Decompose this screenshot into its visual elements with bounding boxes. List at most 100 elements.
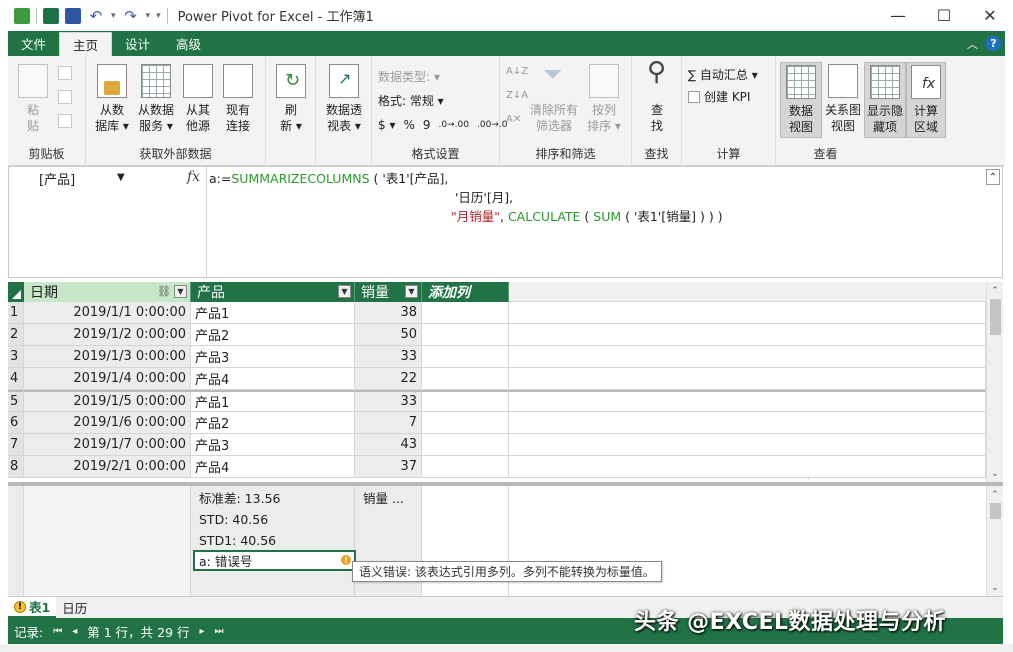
existing-connections-button[interactable]: 现有 连接 — [220, 64, 256, 134]
scroll-thumb[interactable] — [990, 503, 1001, 519]
cell-empty[interactable] — [509, 346, 986, 368]
increase-decimal-button[interactable]: .0→.00 — [439, 120, 469, 130]
scroll-down-icon[interactable]: ⌄ — [987, 465, 1003, 482]
cell-sales[interactable]: 43 — [355, 434, 422, 456]
cell-empty[interactable] — [509, 302, 986, 324]
cell-date[interactable]: 2019/1/4 0:00:00 — [24, 368, 191, 390]
calc-vertical-scrollbar[interactable]: ⌃ ⌄ — [986, 486, 1003, 596]
scroll-down-icon[interactable]: ⌄ — [987, 579, 1003, 596]
cell-product[interactable]: 产品1 — [191, 390, 355, 412]
cell-add-column[interactable] — [422, 412, 509, 434]
sort-asc-button[interactable]: A↓Z — [506, 66, 528, 77]
copy-button[interactable] — [58, 66, 72, 80]
redo-icon[interactable]: ↷ — [122, 8, 140, 24]
cell-sales[interactable]: 22 — [355, 368, 422, 390]
cell-date[interactable]: 2019/2/1 0:00:00 — [24, 456, 191, 478]
cell-add-column[interactable] — [422, 456, 509, 478]
cell-sales[interactable]: 7 — [355, 412, 422, 434]
data-type-dropdown[interactable]: 数据类型: ▾ — [378, 68, 440, 85]
sort-by-column-button[interactable]: 按列 排序 ▾ — [584, 64, 624, 134]
formula-input[interactable]: a:=SUMMARIZECOLUMNS ( '表1'[产品], '日历'[月],… — [209, 169, 723, 226]
diagram-view-button[interactable]: 关系图 视图 — [822, 64, 864, 134]
cell-add-column[interactable] — [422, 368, 509, 390]
scroll-up-icon[interactable]: ⌃ — [987, 486, 1003, 503]
filter-dropdown-icon[interactable]: ▼ — [405, 285, 418, 298]
cell-add-column[interactable] — [422, 434, 509, 456]
cell-add-column[interactable] — [422, 324, 509, 346]
cell-empty[interactable] — [509, 368, 986, 390]
chevron-down-icon[interactable]: ▼ — [117, 172, 125, 183]
cell-sales[interactable]: 33 — [355, 346, 422, 368]
cell-empty[interactable] — [509, 390, 986, 412]
clear-filters-button[interactable]: ⏷ 清除所有 筛选器 — [528, 62, 580, 134]
show-hidden-button[interactable]: 显示隐 藏项 — [864, 62, 906, 138]
calculation-area-button[interactable]: 计算 区域 — [906, 62, 946, 138]
measure-stddev[interactable]: 标准差: 13.56 — [195, 487, 355, 508]
tab-advanced[interactable]: 高级 — [163, 31, 214, 56]
create-kpi-button[interactable]: 创建 KPI — [688, 88, 750, 105]
sort-desc-button[interactable]: Z↓A — [506, 90, 528, 101]
cell-sales[interactable]: 37 — [355, 456, 422, 478]
column-header-sales[interactable]: 销量 ▼ — [355, 282, 422, 302]
grid-vertical-scrollbar[interactable]: ⌃ ⌄ — [986, 282, 1003, 482]
prev-record-icon[interactable]: ◂ — [72, 626, 77, 637]
tab-design[interactable]: 设计 — [112, 31, 163, 56]
filter-dropdown-icon[interactable]: ▼ — [174, 285, 187, 298]
cell-date[interactable]: 2019/1/3 0:00:00 — [24, 346, 191, 368]
column-header-product[interactable]: 产品 ▼ — [191, 282, 355, 302]
clear-sort-button[interactable]: A✕ — [506, 114, 521, 125]
table-row[interactable]: 1 2019/1/1 0:00:00 产品1 38 — [8, 302, 986, 324]
table-row[interactable]: 3 2019/1/3 0:00:00 产品3 33 — [8, 346, 986, 368]
measure-std[interactable]: STD: 40.56 — [195, 509, 355, 530]
pivot-table-button[interactable]: 数据透 视表 ▾ — [322, 64, 366, 134]
cell-add-column[interactable] — [422, 346, 509, 368]
scroll-thumb[interactable] — [990, 299, 1001, 335]
cell-product[interactable]: 产品2 — [191, 324, 355, 346]
cell-date[interactable]: 2019/1/1 0:00:00 — [24, 302, 191, 324]
cell-date[interactable]: 2019/1/7 0:00:00 — [24, 434, 191, 456]
cell-product[interactable]: 产品4 — [191, 456, 355, 478]
measure-a-error[interactable]: a: 错误号 ! — [193, 550, 356, 571]
cell-product[interactable]: 产品2 — [191, 412, 355, 434]
column-header-date[interactable]: 日期 ⛓ ▼ — [24, 282, 191, 302]
redo-dropdown-icon[interactable]: ▾ — [146, 11, 151, 21]
add-column-header[interactable]: 添加列 — [422, 282, 509, 302]
from-database-button[interactable]: 从数 据库 ▾ — [92, 64, 132, 134]
cell-empty[interactable] — [509, 434, 986, 456]
help-icon[interactable]: ? — [986, 36, 1001, 51]
name-box[interactable]: [产品] — [9, 167, 131, 189]
find-button[interactable]: 查 找 — [640, 64, 674, 134]
customize-qat-icon[interactable]: ▾ — [156, 11, 161, 21]
last-record-icon[interactable]: ⏭ — [215, 626, 224, 637]
collapse-formula-icon[interactable]: ⌃ — [986, 169, 1000, 185]
table-row[interactable]: 5 2019/1/5 0:00:00 产品1 33 — [8, 390, 986, 412]
table-row[interactable]: 4 2019/1/4 0:00:00 产品4 22 — [8, 368, 986, 390]
cell-add-column[interactable] — [422, 302, 509, 324]
collapse-ribbon-icon[interactable]: ︿ — [967, 36, 978, 52]
paste-replace-button[interactable] — [58, 114, 72, 128]
cell-sales[interactable]: 38 — [355, 302, 422, 324]
cell-sales[interactable]: 33 — [355, 390, 422, 412]
cell-product[interactable]: 产品3 — [191, 434, 355, 456]
cell-date[interactable]: 2019/1/6 0:00:00 — [24, 412, 191, 434]
minimize-button[interactable]: — — [875, 0, 921, 31]
measure-std1[interactable]: STD1: 40.56 — [195, 530, 355, 551]
undo-dropdown-icon[interactable]: ▾ — [111, 11, 116, 21]
undo-icon[interactable]: ↶ — [87, 8, 105, 24]
data-view-button[interactable]: 数据 视图 — [780, 62, 822, 138]
cell-empty[interactable] — [509, 456, 986, 478]
table-row[interactable]: 6 2019/1/6 0:00:00 产品2 7 — [8, 412, 986, 434]
format-dropdown[interactable]: 格式: 常规 ▾ — [378, 92, 444, 109]
filter-dropdown-icon[interactable]: ▼ — [338, 285, 351, 298]
save-icon[interactable] — [65, 7, 81, 24]
tab-home[interactable]: 主页 — [59, 32, 113, 56]
cell-empty[interactable] — [509, 412, 986, 434]
excel-icon[interactable] — [43, 7, 59, 24]
from-other-button[interactable]: 从其 他源 — [180, 64, 216, 134]
maximize-button[interactable]: ☐ — [921, 0, 967, 31]
tab-file[interactable]: 文件 — [8, 31, 59, 56]
paste-button[interactable]: 粘 贴 — [18, 64, 48, 134]
cell-product[interactable]: 产品4 — [191, 368, 355, 390]
table-row[interactable]: 8 2019/2/1 0:00:00 产品4 37 — [8, 456, 986, 478]
cell-date[interactable]: 2019/1/5 0:00:00 — [24, 390, 191, 412]
